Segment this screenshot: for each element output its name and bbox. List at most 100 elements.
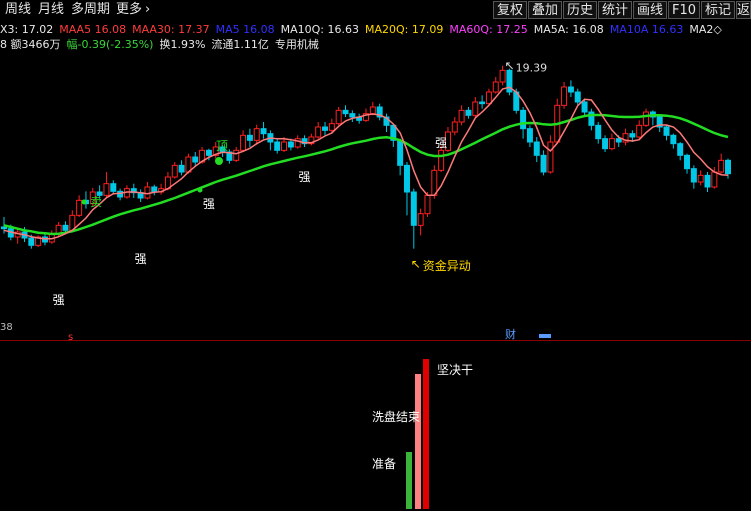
candle-body bbox=[629, 133, 636, 138]
ma-value-6: MA60Q: 17.25 bbox=[449, 23, 528, 36]
fund-arrow-icon: ↖ bbox=[411, 257, 421, 271]
candle bbox=[526, 125, 533, 147]
candle bbox=[451, 117, 458, 136]
history-button[interactable]: 历史 bbox=[563, 1, 597, 19]
candle-body bbox=[397, 139, 404, 166]
toolbar-more-label: 更多 bbox=[116, 2, 143, 17]
ma-value-9: MA2◇ bbox=[689, 23, 722, 36]
s-marker: s bbox=[68, 332, 73, 340]
statistics-button[interactable]: 统计 bbox=[598, 1, 632, 19]
candle-body bbox=[526, 128, 533, 143]
candle-body bbox=[670, 134, 677, 145]
candle-body bbox=[574, 91, 581, 103]
candle-body bbox=[315, 126, 322, 138]
candle-body bbox=[144, 186, 151, 199]
candle-body bbox=[171, 164, 178, 178]
candle bbox=[130, 183, 137, 198]
candle-body bbox=[520, 109, 527, 130]
candle bbox=[178, 160, 185, 176]
candle-body bbox=[438, 149, 445, 171]
top-dot-icon bbox=[215, 157, 223, 165]
candle bbox=[158, 183, 165, 195]
candle-body bbox=[342, 109, 349, 115]
toolbar-multi-period[interactable]: 多周期 bbox=[71, 2, 110, 18]
candle bbox=[465, 107, 472, 119]
price-axis-label: 38 bbox=[0, 322, 13, 333]
chevron-right-icon: › bbox=[145, 2, 151, 17]
candlestick-chart[interactable]: ↖ 19.39↖ 资金异动强强强强强卖顶38s 财 bbox=[0, 40, 751, 340]
candle-body bbox=[240, 134, 247, 151]
candle bbox=[554, 98, 561, 144]
mark-button[interactable]: 标记 bbox=[701, 1, 735, 19]
candle-body bbox=[595, 124, 602, 140]
candle bbox=[479, 95, 486, 109]
candle-body bbox=[192, 156, 199, 163]
candle-body bbox=[335, 109, 342, 125]
toolbar-weekly[interactable]: 周线 bbox=[5, 2, 31, 18]
candle bbox=[663, 125, 670, 141]
candle-body bbox=[485, 91, 492, 105]
candle bbox=[233, 147, 240, 162]
signal-panel[interactable] bbox=[0, 342, 751, 511]
candle-body bbox=[615, 138, 622, 143]
candle bbox=[595, 122, 602, 144]
candle bbox=[588, 108, 595, 131]
candle bbox=[684, 153, 691, 174]
candle-body bbox=[608, 138, 615, 150]
sell-dot-icon bbox=[81, 199, 87, 205]
candle-body bbox=[403, 164, 410, 193]
candle bbox=[151, 184, 158, 196]
candle-body bbox=[110, 183, 117, 192]
candle-body bbox=[1, 226, 7, 230]
fund-label: 资金异动 bbox=[423, 258, 471, 273]
signal-bar bbox=[415, 374, 421, 509]
restore-rights-button[interactable]: 复权 bbox=[493, 1, 527, 19]
candle-body bbox=[581, 101, 588, 113]
candle-body bbox=[465, 109, 472, 116]
toolbar-more[interactable]: 更多 › bbox=[116, 2, 150, 18]
candle bbox=[110, 180, 117, 194]
candle bbox=[533, 137, 540, 162]
candle-body bbox=[178, 164, 185, 173]
f10-button[interactable]: F10 bbox=[668, 1, 700, 19]
candle-body bbox=[540, 154, 547, 173]
candle-body bbox=[62, 224, 69, 231]
candle bbox=[677, 142, 684, 161]
candle-body bbox=[28, 237, 35, 246]
high-label: 19.39 bbox=[516, 62, 548, 75]
candle-body bbox=[711, 171, 718, 188]
candle-body bbox=[253, 128, 260, 141]
candle-body bbox=[533, 141, 540, 156]
candle bbox=[397, 138, 404, 176]
ma-value-7: MA5A: 16.08 bbox=[533, 23, 604, 36]
candle-body bbox=[663, 126, 670, 136]
strong-mark: 强 bbox=[53, 293, 65, 307]
toolbar-monthly[interactable]: 月线 bbox=[38, 2, 64, 18]
candle bbox=[458, 105, 465, 126]
candle bbox=[608, 133, 615, 151]
signal-dot-icon bbox=[197, 187, 203, 193]
candle-body bbox=[451, 121, 458, 133]
candle bbox=[267, 130, 274, 151]
draw-line-button[interactable]: 画线 bbox=[633, 1, 667, 19]
candle bbox=[417, 208, 424, 236]
ma-value-3: MA5 16.08 bbox=[215, 23, 275, 36]
back-button[interactable]: 返回 bbox=[736, 1, 751, 19]
candle-body bbox=[643, 111, 650, 126]
candle-body bbox=[677, 143, 684, 156]
candle-body bbox=[274, 141, 281, 151]
candle bbox=[240, 130, 247, 152]
candle-body bbox=[76, 199, 83, 216]
candle-body bbox=[417, 213, 424, 226]
top-mark: 顶 bbox=[216, 139, 228, 153]
candle bbox=[547, 135, 554, 174]
candle bbox=[649, 110, 656, 126]
candle-body bbox=[233, 149, 240, 161]
candle bbox=[171, 162, 178, 179]
overlay-button[interactable]: 叠加 bbox=[528, 1, 562, 19]
candle-body bbox=[246, 134, 253, 141]
ma-slow-line bbox=[3, 113, 729, 236]
candle bbox=[561, 82, 568, 109]
label-decisive: 坚决干 bbox=[437, 363, 474, 377]
candle-body bbox=[697, 174, 704, 183]
